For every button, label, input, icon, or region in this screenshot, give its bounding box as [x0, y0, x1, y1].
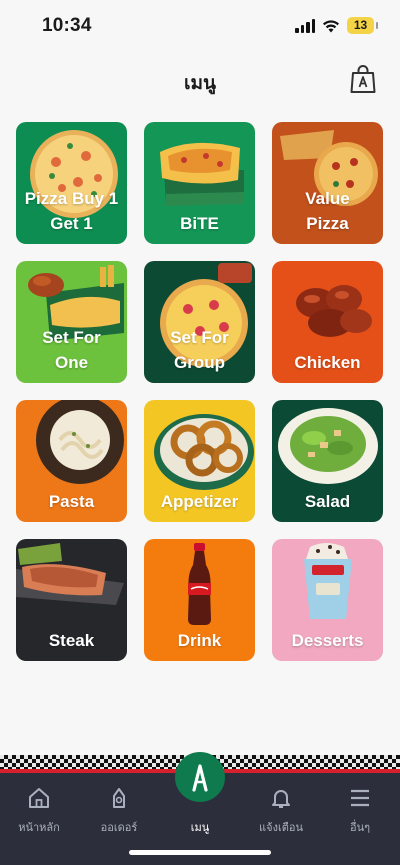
category-label: Salad: [304, 492, 351, 511]
category-label: Set For One: [42, 328, 101, 372]
category-label: Pizza Buy 1 Get 1: [24, 189, 119, 233]
home-indicator: [129, 850, 271, 855]
category-tile-drink[interactable]: Drink: [144, 539, 255, 661]
nav-label-home: หน้าหลัก: [18, 822, 60, 834]
status-bar: 10:34 13: [0, 0, 400, 52]
category-label: Appetizer: [160, 492, 239, 511]
nav-label-order: ออเดอร์: [100, 822, 138, 834]
category-tile-pizza-buy1-get1[interactable]: Pizza Buy 1 Get 1: [16, 122, 127, 244]
cellular-signal-icon: [295, 18, 315, 33]
nav-item-home[interactable]: หน้าหลัก: [4, 781, 74, 836]
nav-label-menu: เมนู: [190, 822, 210, 834]
category-label: Drink: [177, 631, 222, 650]
category-tile-set-for-one[interactable]: Set For One: [16, 261, 127, 383]
battery-indicator: 13: [347, 17, 378, 34]
category-tile-appetizer[interactable]: Appetizer: [144, 400, 255, 522]
category-tile-pasta[interactable]: Pasta: [16, 400, 127, 522]
category-tile-salad[interactable]: Salad: [272, 400, 383, 522]
shopping-bag-icon[interactable]: [350, 64, 376, 94]
nav-label-notifications: แจ้งเตือน: [259, 822, 303, 834]
hamburger-menu-icon: [325, 785, 395, 811]
category-tile-steak[interactable]: Steak: [16, 539, 127, 661]
category-tile-value-pizza[interactable]: Value Pizza: [272, 122, 383, 244]
nav-item-order[interactable]: ออเดอร์: [84, 781, 154, 836]
nav-item-more[interactable]: อื่นๆ: [325, 781, 395, 836]
page-title: เมนู: [183, 73, 216, 94]
category-tile-bite[interactable]: BiTE: [144, 122, 255, 244]
wifi-icon: [322, 19, 340, 33]
category-label: Pasta: [48, 492, 95, 511]
home-icon: [4, 785, 74, 811]
pizza-company-logo-icon: [192, 764, 208, 792]
bell-icon: [246, 785, 316, 811]
category-label: BiTE: [180, 214, 219, 233]
menu-fab-button[interactable]: [175, 752, 225, 802]
status-time: 10:34: [42, 15, 92, 36]
category-label: Steak: [48, 631, 95, 650]
nav-label-more: อื่นๆ: [349, 822, 371, 834]
category-tile-set-for-group[interactable]: Set For Group: [144, 261, 255, 383]
category-label: Desserts: [291, 631, 364, 650]
category-label: Set For Group: [170, 328, 229, 372]
menu-category-grid: Pizza Buy 1 Get 1 BiTE Value Pizza Set F…: [16, 122, 383, 661]
pizza-box-icon: [84, 785, 154, 811]
page-header: เมนู: [0, 60, 400, 100]
category-tile-desserts[interactable]: Desserts: [272, 539, 383, 661]
nav-item-notifications[interactable]: แจ้งเตือน: [246, 781, 316, 836]
category-label: Chicken: [294, 353, 361, 372]
category-tile-chicken[interactable]: Chicken: [272, 261, 383, 383]
category-label: Value Pizza: [305, 189, 350, 233]
